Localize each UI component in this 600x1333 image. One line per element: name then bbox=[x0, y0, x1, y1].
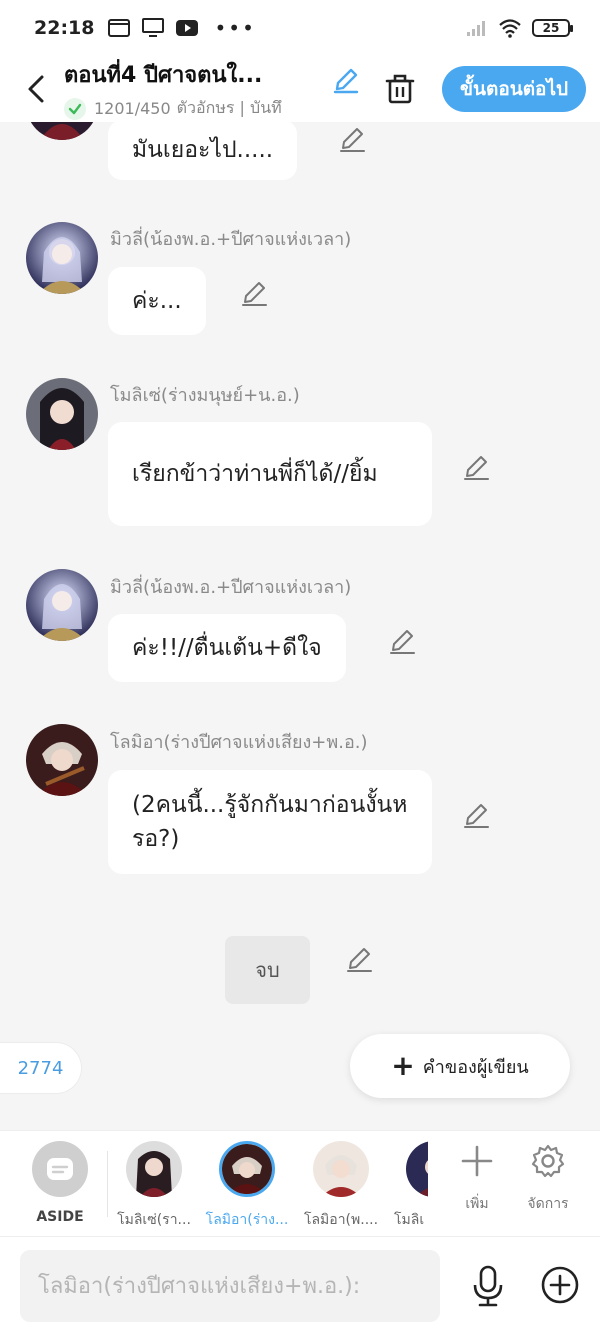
character-item[interactable]: โลมิอา(พ.... bbox=[296, 1141, 386, 1231]
edit-message-icon[interactable] bbox=[345, 944, 375, 974]
monitor-icon bbox=[142, 18, 165, 37]
edit-message-icon[interactable] bbox=[240, 278, 270, 308]
character-avatar bbox=[219, 1141, 275, 1197]
manage-characters-button[interactable]: จัดการ bbox=[513, 1143, 583, 1215]
message-text: มันเยอะไป..... bbox=[132, 137, 274, 163]
character-aside[interactable]: ASIDE bbox=[15, 1141, 105, 1225]
next-step-button[interactable]: ขั้นตอนต่อไป bbox=[442, 66, 587, 112]
message-bubble[interactable]: ค่ะ... bbox=[108, 267, 206, 335]
chat-area[interactable]: มันเยอะไป..... มิวลี่(น้องพ.อ.+ปีศาจแห่ง… bbox=[0, 122, 600, 1130]
speaker-name: มิวลี่(น้องพ.อ.+ปีศาจแห่งเวลา) bbox=[110, 229, 352, 250]
character-item-selected[interactable]: โลมิอา(ร่าง... bbox=[202, 1141, 292, 1231]
edit-title-button[interactable] bbox=[326, 60, 366, 100]
chapter-title: ตอนที่4 ปีศาจตนใ... bbox=[64, 63, 263, 88]
character-strip: ASIDE โมลิเซ่(รา... โลมิอา(ร่าง... โลมิอ… bbox=[0, 1130, 600, 1236]
message-bubble[interactable]: ค่ะ!!//ตื่นเต้น+ดีใจ bbox=[108, 614, 346, 682]
signal-icon bbox=[467, 21, 485, 36]
battery-level: 25 bbox=[542, 21, 560, 35]
window-icon bbox=[108, 19, 131, 37]
manage-characters-label: จัดการ bbox=[527, 1196, 569, 1212]
more-notifications-icon: ••• bbox=[214, 16, 256, 40]
delete-button[interactable] bbox=[376, 65, 424, 113]
char-count-label: ตัวอักษร | บันทึ bbox=[176, 98, 282, 117]
app-header: ตอนที่4 ปีศาจตนใ... 1201/450 ตัวอักษร | … bbox=[0, 56, 600, 122]
edit-message-icon[interactable] bbox=[462, 800, 492, 830]
avatar-lomia[interactable] bbox=[26, 724, 98, 796]
character-label: โมลิเซ่(รา... bbox=[117, 1212, 191, 1228]
speaker-name: โมลิเซ่(ร่างมนุษย์+น.อ.) bbox=[110, 385, 300, 406]
youtube-icon bbox=[176, 20, 199, 36]
avatar-molise[interactable] bbox=[26, 122, 98, 140]
plus-icon bbox=[461, 1145, 493, 1177]
trash-icon bbox=[385, 74, 415, 104]
chevron-left-icon bbox=[28, 75, 44, 103]
message-text: ค่ะ!!//ตื่นเต้น+ดีใจ bbox=[132, 635, 322, 661]
character-item[interactable]: โมลิเ bbox=[380, 1141, 428, 1231]
add-character-button[interactable]: เพิ่ม bbox=[442, 1143, 512, 1215]
speaker-name: มิวลี่(น้องพ.อ.+ปีศาจแห่งเวลา) bbox=[110, 577, 352, 598]
character-label: ASIDE bbox=[36, 1209, 84, 1225]
char-count: 1201/450 bbox=[94, 99, 171, 118]
character-avatar bbox=[126, 1141, 182, 1197]
input-bar bbox=[0, 1236, 600, 1333]
save-status: 1201/450 ตัวอักษร | บันทึ bbox=[64, 96, 322, 121]
back-button[interactable] bbox=[8, 61, 64, 117]
author-note-button[interactable]: + คำของผู้เขียน bbox=[350, 1034, 570, 1098]
author-note-label: คำของผู้เขียน bbox=[422, 1056, 529, 1078]
aside-avatar bbox=[32, 1141, 88, 1197]
message-bubble[interactable]: (2คนนี้...รู้จักกันมาก่อนงั้นหรอ?) bbox=[108, 770, 432, 874]
avatar-mewlee[interactable] bbox=[26, 222, 98, 294]
pencil-icon bbox=[333, 68, 359, 94]
character-label: โลมิอา(พ.... bbox=[303, 1212, 379, 1228]
edit-message-icon[interactable] bbox=[388, 626, 418, 656]
end-marker[interactable]: จบ bbox=[225, 936, 310, 1004]
microphone-icon[interactable] bbox=[468, 1265, 508, 1307]
message-text: (2คนนี้...รู้จักกันมาก่อนงั้นหรอ?) bbox=[132, 792, 408, 852]
title-block: ตอนที่4 ปีศาจตนใ... 1201/450 ตัวอักษร | … bbox=[64, 57, 322, 121]
strip-divider bbox=[107, 1151, 108, 1217]
add-character-label: เพิ่ม bbox=[465, 1196, 489, 1212]
character-label: โมลิเ bbox=[394, 1212, 425, 1228]
message-bubble[interactable]: เรียกข้าว่าท่านพี่ก็ได้//ยิ้ม bbox=[108, 422, 432, 526]
check-icon bbox=[64, 97, 86, 120]
edit-message-icon[interactable] bbox=[338, 124, 368, 154]
avatar-molise[interactable] bbox=[26, 378, 98, 450]
word-count-badge[interactable]: 2774 bbox=[0, 1042, 82, 1094]
character-avatar bbox=[406, 1141, 428, 1197]
status-time: 22:18 bbox=[34, 17, 95, 39]
battery-icon: 25 bbox=[532, 19, 573, 37]
aside-icon bbox=[47, 1158, 73, 1180]
character-item[interactable]: โมลิเซ่(รา... bbox=[109, 1141, 199, 1231]
character-avatar bbox=[313, 1141, 369, 1197]
message-bubble[interactable]: มันเยอะไป..... bbox=[108, 122, 298, 180]
avatar-mewlee[interactable] bbox=[26, 569, 98, 641]
speaker-name: โลมิอา(ร่างปีศาจแห่งเสียง+พ.อ.) bbox=[110, 732, 368, 753]
character-label: โลมิอา(ร่าง... bbox=[205, 1212, 289, 1228]
plus-icon: + bbox=[391, 1049, 415, 1082]
edit-message-icon[interactable] bbox=[462, 452, 492, 482]
message-text: ค่ะ... bbox=[132, 288, 182, 314]
wifi-icon bbox=[499, 19, 521, 38]
add-circle-icon[interactable] bbox=[540, 1265, 580, 1305]
message-input[interactable] bbox=[20, 1250, 440, 1322]
gear-icon bbox=[531, 1144, 565, 1178]
status-bar: 22:18 ••• 25 bbox=[0, 0, 600, 56]
message-text: เรียกข้าว่าท่านพี่ก็ได้//ยิ้ม bbox=[132, 461, 378, 487]
